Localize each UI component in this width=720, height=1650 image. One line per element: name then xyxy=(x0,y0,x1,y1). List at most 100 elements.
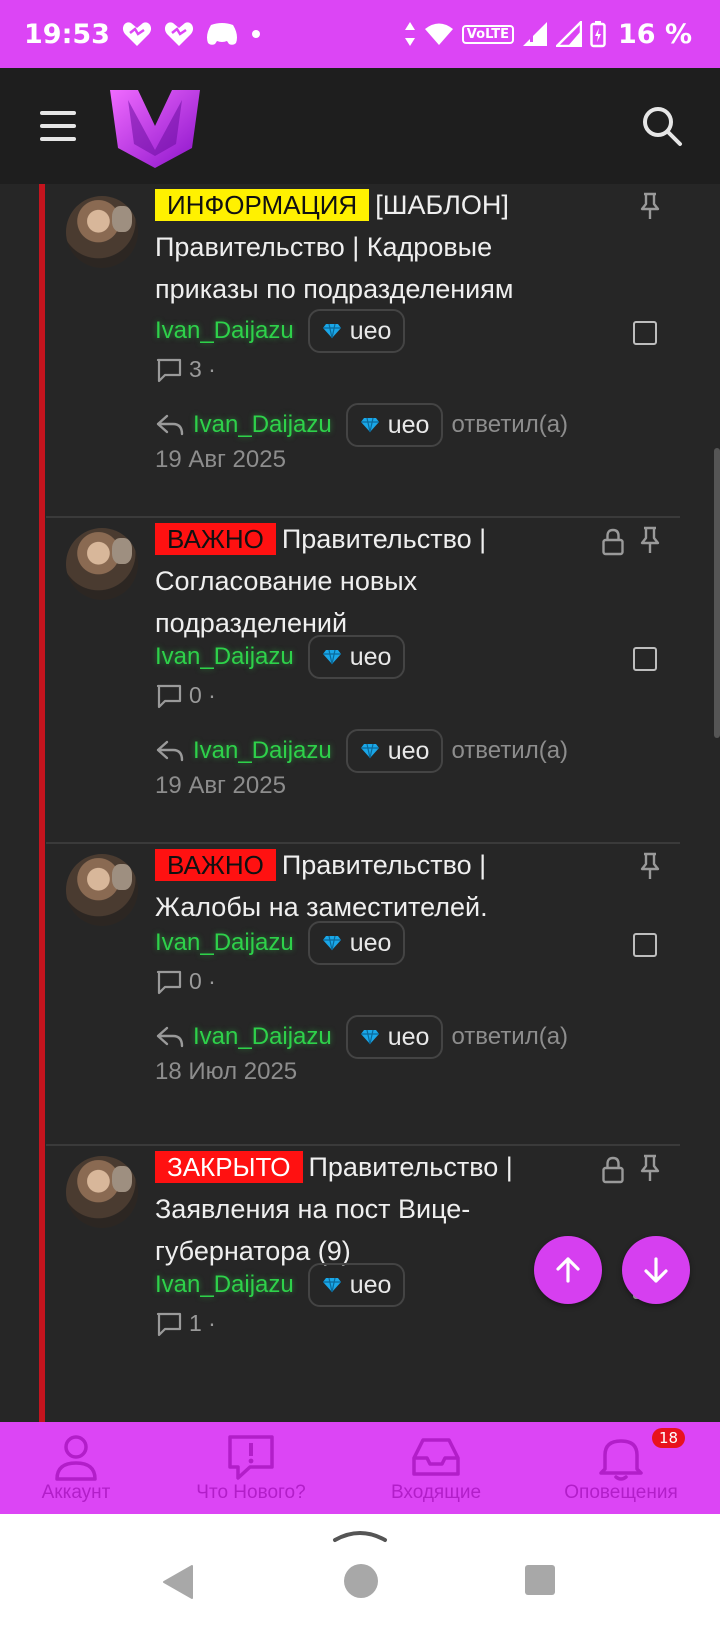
pin-icon xyxy=(640,192,660,219)
nav-alerts[interactable]: Оповещения 18 xyxy=(556,1422,686,1514)
thread-item[interactable]: ИНФОРМАЦИЯ [ШАБЛОН] Правительство | Кадро… xyxy=(46,184,680,518)
reply-count: 0 · xyxy=(155,968,216,995)
comment-icon xyxy=(156,1312,182,1336)
rank-badge: ueo xyxy=(345,1015,444,1059)
thread-title[interactable]: ЗАКРЫТО Правительство | Заявления на пост… xyxy=(155,1146,565,1272)
thread-title[interactable]: ИНФОРМАЦИЯ [ШАБЛОН] Правительство | Кадро… xyxy=(155,184,565,310)
arrow-down-icon xyxy=(644,1257,668,1283)
thread-item[interactable]: ВАЖНО Правительство | Жалобы на заместите… xyxy=(46,844,680,1146)
author-link[interactable]: Ivan_Daijazu xyxy=(155,929,294,957)
scroll-up-button[interactable] xyxy=(534,1236,602,1304)
volte-indicator: VoLTE xyxy=(461,24,514,44)
alert-bubble-icon xyxy=(228,1435,274,1480)
author-link[interactable]: Ivan_Daijazu xyxy=(155,1271,294,1299)
heart-icon xyxy=(122,22,151,46)
dot-icon xyxy=(251,30,260,38)
prefix-badge: ЗАКРЫТО xyxy=(155,1151,303,1183)
last-poster-link[interactable]: Ivan_Daijazu xyxy=(193,1023,332,1051)
reply-arrow-icon xyxy=(156,414,184,436)
user-icon xyxy=(55,1435,97,1481)
pin-icon xyxy=(640,1154,660,1181)
avatar[interactable] xyxy=(66,196,138,268)
data-arrows-icon xyxy=(404,22,415,46)
author-link[interactable]: Ivan_Daijazu xyxy=(155,317,294,345)
sticky-indicator xyxy=(39,184,45,1422)
reply-count: 1 · xyxy=(155,1310,216,1337)
app-header xyxy=(0,68,720,184)
scroll-down-button[interactable] xyxy=(622,1236,690,1304)
bell-icon xyxy=(599,1439,643,1481)
reply-arrow-icon xyxy=(156,740,184,762)
signal-icon xyxy=(522,22,547,46)
select-checkbox[interactable] xyxy=(633,647,657,671)
status-bar: 19:53 VoLTE 16 % xyxy=(0,0,720,68)
nav-inbox-label: Входящие xyxy=(390,1482,482,1503)
replied-label: ответил(а) xyxy=(451,737,569,764)
nav-inbox[interactable]: Входящие xyxy=(376,1422,496,1514)
last-post-date[interactable]: 18 Июл 2025 xyxy=(155,1058,297,1086)
reply-arrow-icon xyxy=(156,1026,184,1048)
comment-icon xyxy=(156,684,182,708)
status-time: 19:53 xyxy=(24,18,110,50)
battery-icon xyxy=(590,21,606,48)
thread-item[interactable]: ВАЖНО Правительство | Согласование новых … xyxy=(46,518,680,844)
replied-label: ответил(а) xyxy=(451,411,569,438)
thread-title[interactable]: ВАЖНО Правительство | Жалобы на заместите… xyxy=(155,844,565,928)
avatar[interactable] xyxy=(66,528,138,600)
nav-alerts-label: Оповещения xyxy=(564,1482,678,1503)
back-button-icon[interactable] xyxy=(160,1562,196,1602)
thread-list: ИНФОРМАЦИЯ [ШАБЛОН] Правительство | Кадро… xyxy=(0,184,720,1422)
nav-account-label: Аккаунт xyxy=(41,1482,111,1503)
avatar[interactable] xyxy=(66,1156,138,1228)
site-logo[interactable] xyxy=(108,86,202,170)
arrow-up-icon xyxy=(556,1257,580,1283)
search-icon[interactable] xyxy=(640,104,684,148)
reply-count: 0 · xyxy=(155,682,216,709)
wifi-icon xyxy=(424,23,453,45)
rank-badge: ueo xyxy=(307,921,406,965)
diamond-icon xyxy=(322,1277,341,1293)
recents-button-icon[interactable] xyxy=(524,1564,556,1596)
diamond-icon xyxy=(360,1029,379,1045)
comment-icon xyxy=(156,358,182,382)
chevron-up-icon[interactable] xyxy=(332,1524,388,1544)
diamond-icon xyxy=(322,935,341,951)
rank-badge: ueo xyxy=(345,729,444,773)
last-post-date[interactable]: 19 Авг 2025 xyxy=(155,446,286,474)
lock-icon xyxy=(602,1156,624,1184)
author-link[interactable]: Ivan_Daijazu xyxy=(155,643,294,671)
prefix-badge: ВАЖНО xyxy=(155,523,276,555)
discord-icon xyxy=(206,23,237,45)
alerts-count-badge: 18 xyxy=(652,1428,686,1448)
menu-button[interactable] xyxy=(40,111,76,141)
last-poster-link[interactable]: Ivan_Daijazu xyxy=(193,411,332,439)
nav-account[interactable]: Аккаунт xyxy=(16,1422,136,1514)
pin-icon xyxy=(640,526,660,553)
scrollbar[interactable] xyxy=(714,448,720,738)
replied-label: ответил(а) xyxy=(451,1023,569,1050)
diamond-icon xyxy=(360,417,379,433)
nav-whats-new-label: Что Нового? xyxy=(196,1482,306,1503)
select-checkbox[interactable] xyxy=(633,321,657,345)
home-button-icon[interactable] xyxy=(342,1562,380,1600)
last-poster-link[interactable]: Ivan_Daijazu xyxy=(193,737,332,765)
rank-badge: ueo xyxy=(345,403,444,447)
rank-badge: ueo xyxy=(307,635,406,679)
rank-badge: ueo xyxy=(307,1263,406,1307)
nav-whats-new[interactable]: Что Нового? xyxy=(186,1422,316,1514)
system-navigation-bar xyxy=(0,1514,720,1650)
lock-icon xyxy=(602,528,624,556)
prefix-badge: ВАЖНО xyxy=(155,849,276,881)
signal-icon xyxy=(555,21,582,47)
last-post-date[interactable]: 19 Авг 2025 xyxy=(155,772,286,800)
inbox-icon xyxy=(412,1438,460,1476)
thread-title[interactable]: ВАЖНО Правительство | Согласование новых … xyxy=(155,518,565,644)
battery-percent: 16 % xyxy=(617,18,692,50)
reply-count: 3 · xyxy=(155,356,216,383)
avatar[interactable] xyxy=(66,854,138,926)
heart-icon xyxy=(164,22,193,46)
diamond-icon xyxy=(322,649,341,665)
diamond-icon xyxy=(322,323,341,339)
bottom-navigation: Аккаунт Что Нового? Входящие Оповещения … xyxy=(0,1422,720,1514)
select-checkbox[interactable] xyxy=(633,933,657,957)
